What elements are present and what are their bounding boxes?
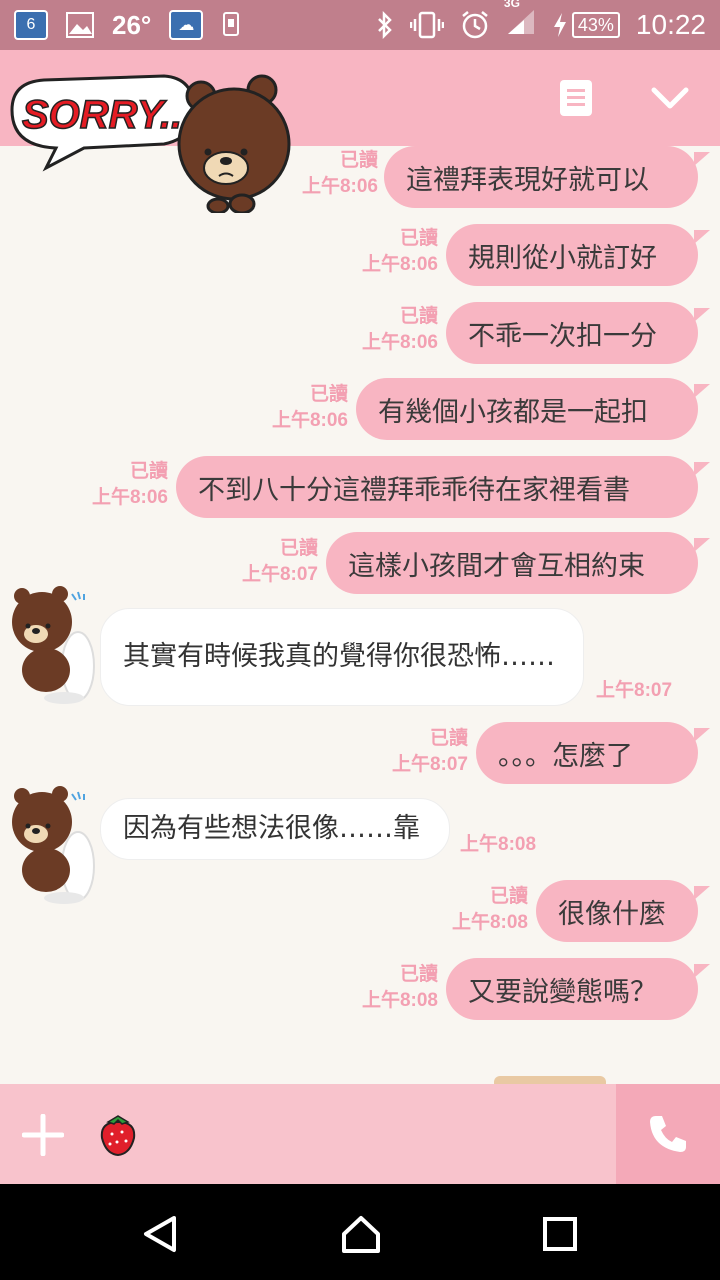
battery-level: 43%	[571, 12, 620, 38]
bear-avatar[interactable]	[6, 786, 96, 906]
read-receipt: 已讀	[129, 461, 168, 482]
signal-icon: 3G	[504, 0, 536, 42]
clock: 10:22	[635, 9, 706, 40]
message-meta: 已讀 上午8:06	[262, 382, 348, 434]
menu-icon[interactable]	[560, 80, 592, 116]
sent-message[interactable]: 不乖一次扣一分	[446, 302, 698, 364]
message-meta: 已讀 上午8:06	[352, 304, 438, 356]
message-time: 上午8:08	[460, 834, 537, 855]
sent-message[interactable]: 。。。怎麼了	[476, 722, 698, 784]
received-message[interactable]: 因為有些想法很像……靠	[100, 798, 450, 860]
message-time: 上午8:06	[271, 410, 348, 431]
message-time: 上午8:07	[391, 754, 468, 775]
calendar-icon: 6	[14, 10, 48, 40]
message-meta: 已讀 上午8:06	[352, 226, 438, 278]
message-time: 上午8:06	[361, 332, 438, 353]
temperature: 26°	[112, 9, 152, 40]
weather-icon: ☁	[169, 10, 204, 40]
call-button[interactable]	[616, 1084, 720, 1184]
read-receipt: 已讀	[279, 538, 318, 559]
read-receipt: 已讀	[339, 150, 378, 171]
message-meta: 已讀 上午8:08	[442, 884, 528, 936]
message-time: 上午8:08	[361, 990, 438, 1011]
received-message[interactable]: 其實有時候我真的覺得你很恐怖……	[100, 608, 584, 706]
message-time: 上午8:08	[451, 912, 528, 933]
sent-message[interactable]: 又要說變態嗎？	[446, 958, 698, 1020]
message-time: 上午8:07	[596, 680, 673, 701]
partial-sticker	[494, 1076, 606, 1084]
network-type: 3G	[503, 0, 520, 10]
home-icon[interactable]	[340, 1214, 382, 1254]
sent-message[interactable]: 有幾個小孩都是一起扣	[356, 378, 698, 440]
vibrate-icon	[409, 11, 444, 39]
charging-icon	[553, 13, 566, 37]
plus-icon[interactable]	[22, 1114, 64, 1156]
sent-message[interactable]: 很像什麼	[536, 880, 698, 942]
read-receipt: 已讀	[399, 964, 438, 985]
message-meta: 已讀 上午8:07	[382, 726, 468, 778]
recents-icon[interactable]	[542, 1216, 578, 1252]
message-time: 上午8:06	[361, 254, 438, 275]
sent-message[interactable]: 不到八十分這禮拜乖乖待在家裡看書	[176, 456, 698, 518]
message-time: 上午8:06	[91, 487, 168, 508]
sent-message[interactable]: 這禮拜表現好就可以	[384, 146, 698, 208]
read-receipt: 已讀	[399, 306, 438, 327]
bear-avatar[interactable]	[6, 586, 96, 706]
strawberry-icon[interactable]	[98, 1114, 138, 1156]
message-meta: 已讀 上午8:06	[292, 148, 378, 200]
message-meta: 已讀 上午8:07	[232, 536, 318, 588]
sent-message[interactable]: 規則從小就訂好	[446, 224, 698, 286]
message-time: 上午8:06	[301, 176, 378, 197]
read-receipt: 已讀	[309, 384, 348, 405]
sync-icon	[223, 12, 240, 36]
read-receipt: 已讀	[489, 886, 528, 907]
input-bar	[0, 1084, 720, 1184]
status-bar: 6 26° ☁ 3G 43% 10:22	[0, 0, 720, 50]
message-meta: 已讀 上午8:08	[352, 962, 438, 1014]
message-time: 上午8:07	[241, 564, 318, 585]
read-receipt: 已讀	[429, 728, 468, 749]
message-list[interactable]: 已讀 上午8:06 這禮拜表現好就可以 已讀 上午8:06 規則從小就訂好 已讀…	[0, 146, 720, 1084]
gallery-icon	[66, 12, 94, 38]
phone-icon	[650, 1116, 686, 1152]
message-input-area[interactable]	[0, 1084, 616, 1184]
bluetooth-icon	[378, 11, 392, 39]
message-meta: 已讀 上午8:06	[82, 459, 168, 511]
chevron-down-icon[interactable]	[648, 78, 692, 118]
read-receipt: 已讀	[399, 228, 438, 249]
sticker-text: SORRY...	[22, 93, 193, 137]
back-icon[interactable]	[140, 1214, 180, 1254]
sent-message[interactable]: 這樣小孩間才會互相約束	[326, 532, 698, 594]
alarm-icon	[462, 11, 488, 39]
navigation-bar	[0, 1184, 720, 1280]
